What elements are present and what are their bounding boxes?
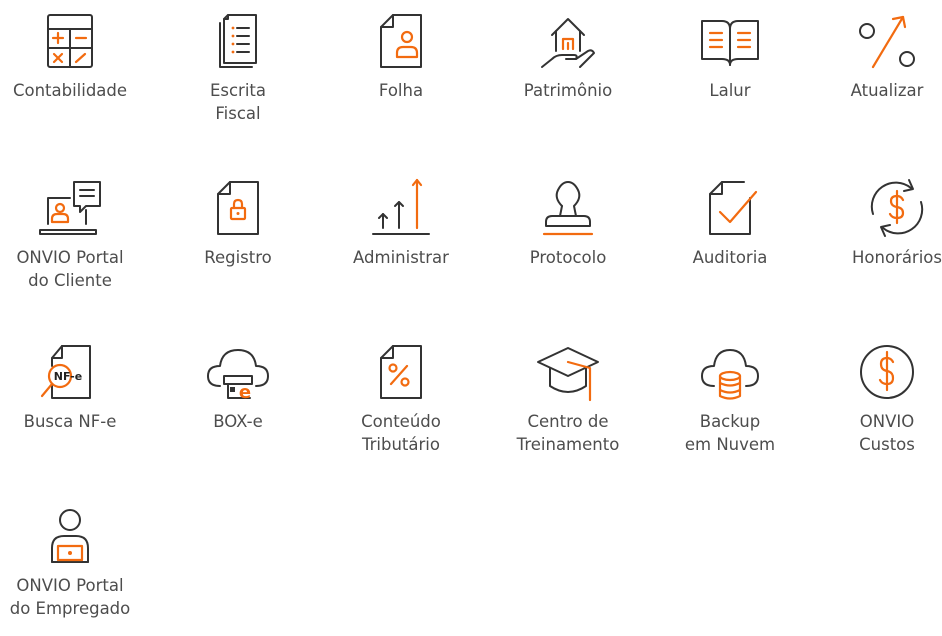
tile-label: Contabilidade: [12, 81, 128, 100]
tile-label: Folha: [378, 81, 424, 100]
tile-label: Protocolo: [529, 248, 607, 267]
tile-label: BOX-e: [213, 412, 263, 431]
document-lock-icon: [202, 172, 274, 244]
tile-label: Patrimônio: [523, 81, 613, 100]
tile-administrar[interactable]: Administrar: [326, 172, 476, 269]
arrows-up-icon: [365, 172, 437, 244]
tile-label: Backup em Nuvem: [684, 412, 776, 454]
stamp-icon: [532, 172, 604, 244]
tile-patrimonio[interactable]: Patrimônio: [493, 5, 643, 102]
tile-onvio-custos[interactable]: ONVIO Custos: [812, 336, 942, 456]
tile-label: Centro de Treinamento: [516, 412, 620, 454]
cloud-box-icon: e: [202, 336, 274, 408]
tile-escrita-fiscal[interactable]: Escrita Fiscal: [163, 5, 313, 125]
cloud-database-icon: [694, 336, 766, 408]
open-book-icon: [694, 5, 766, 77]
tile-auditoria[interactable]: Auditoria: [655, 172, 805, 269]
document-check-icon: [694, 172, 766, 244]
tile-lalur[interactable]: Lalur: [655, 5, 805, 102]
tile-label: Auditoria: [692, 248, 768, 267]
calculator-icon: [34, 5, 106, 77]
tile-label: Busca NF-e: [23, 412, 117, 431]
employee-laptop-icon: [34, 500, 106, 572]
tile-label: Atualizar: [850, 81, 924, 100]
dollar-circle-icon: [851, 336, 923, 408]
tile-label: Escrita Fiscal: [209, 81, 267, 123]
svg-text:e: e: [239, 382, 251, 403]
tile-registro[interactable]: Registro: [163, 172, 313, 269]
laptop-chat-icon: [34, 172, 106, 244]
tile-busca-nfe[interactable]: NF-e Busca NF-e: [0, 336, 145, 433]
tile-label: Registro: [204, 248, 272, 267]
tile-protocolo[interactable]: Protocolo: [493, 172, 643, 269]
tile-label: ONVIO Portal do Empregado: [9, 576, 131, 618]
tile-onvio-portal-cliente[interactable]: ONVIO Portal do Cliente: [0, 172, 145, 292]
documents-list-icon: [202, 5, 274, 77]
tile-box-e[interactable]: e BOX-e: [163, 336, 313, 433]
tile-conteudo-tributario[interactable]: Conteúdo Tributário: [326, 336, 476, 456]
svg-text:NF-e: NF-e: [54, 370, 82, 383]
dollar-cycle-icon: [861, 172, 933, 244]
tile-folha[interactable]: Folha: [326, 5, 476, 102]
tile-contabilidade[interactable]: Contabilidade: [0, 5, 145, 102]
tile-label: ONVIO Custos: [859, 412, 915, 454]
tile-label: Administrar: [353, 248, 449, 267]
document-person-icon: [365, 5, 437, 77]
tile-honorarios[interactable]: Honorários: [822, 172, 942, 269]
tile-label: Lalur: [709, 81, 751, 100]
graduation-cap-icon: [532, 336, 604, 408]
tile-atualizar[interactable]: Atualizar: [812, 5, 942, 102]
tile-onvio-portal-empregado[interactable]: ONVIO Portal do Empregado: [0, 500, 145, 620]
tile-centro-treinamento[interactable]: Centro de Treinamento: [493, 336, 643, 456]
tile-label: ONVIO Portal do Cliente: [16, 248, 124, 290]
tile-label: Honorários: [851, 248, 942, 267]
tile-backup-nuvem[interactable]: Backup em Nuvem: [655, 336, 805, 456]
nfe-search-icon: NF-e: [34, 336, 106, 408]
tile-label: Conteúdo Tributário: [361, 412, 441, 454]
document-percent-icon: [365, 336, 437, 408]
house-hand-icon: [532, 5, 604, 77]
percent-arrow-icon: [851, 5, 923, 77]
